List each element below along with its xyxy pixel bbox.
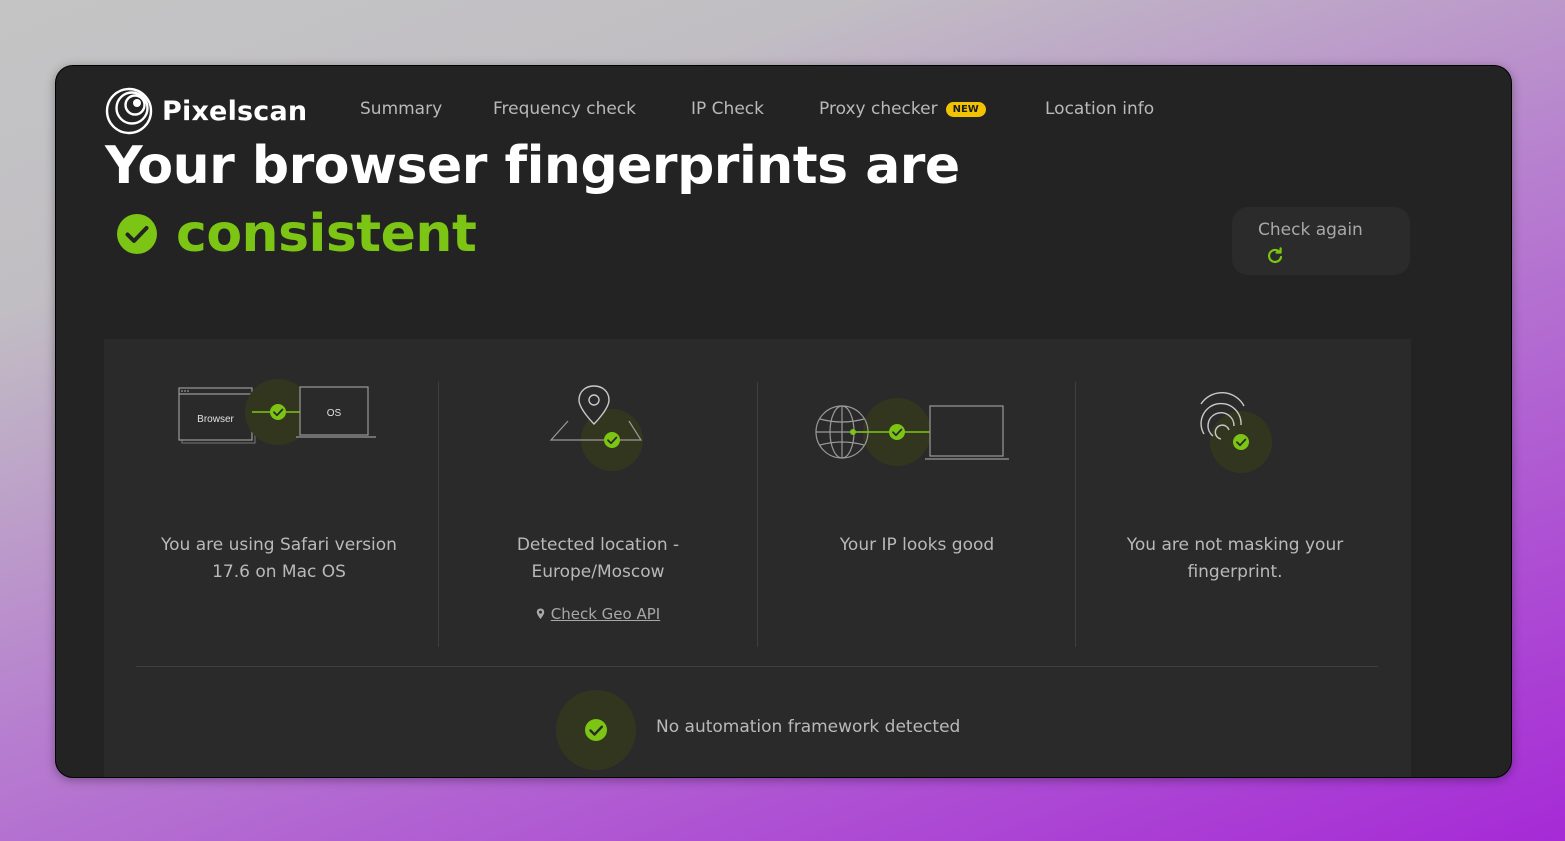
nav-proxy-checker-label: Proxy checker: [819, 99, 938, 119]
fingerprint-illustration: [1200, 392, 1272, 473]
check-again-button[interactable]: Check again: [1232, 207, 1410, 275]
nav-summary[interactable]: Summary: [360, 99, 442, 119]
check-geo-api-label: Check Geo API: [550, 605, 661, 623]
check-geo-api-link[interactable]: Check Geo API: [439, 605, 757, 623]
browser-os-check: Browser OS You are using Safari version …: [120, 339, 438, 649]
nav-frequency-check-label: Frequency check: [493, 99, 636, 119]
fingerprint-check: You are not masking your fingerprint.: [1076, 339, 1394, 649]
location-pin-icon: [536, 608, 544, 619]
browser-os-illustration: Browser OS: [178, 379, 376, 445]
nav-ip-check[interactable]: IP Check: [691, 99, 764, 119]
nav-proxy-checker[interactable]: Proxy checker NEW: [819, 99, 986, 119]
status-row: consistent: [116, 204, 477, 264]
results-panel: Browser OS You are using Safari version …: [104, 339, 1411, 777]
location-text: Detected location - Europe/Moscow: [516, 535, 680, 582]
app-window: Pixelscan Summary Frequency check IP Che…: [55, 65, 1512, 778]
ip-check: Your IP looks good: [758, 339, 1076, 649]
check-circle-icon: [117, 214, 157, 254]
nav-location-info-label: Location info: [1045, 99, 1155, 119]
logo[interactable]: Pixelscan: [105, 87, 307, 135]
fingerprint-text: You are not masking your fingerprint.: [1126, 535, 1344, 582]
pixelscan-logo-icon: [105, 87, 153, 135]
check-again-label: Check again: [1258, 220, 1363, 240]
refresh-icon: [1268, 247, 1283, 264]
automation-text: No automation framework detected: [656, 717, 961, 737]
section-divider: [136, 666, 1378, 667]
page-title: Your browser fingerprints are: [105, 136, 960, 196]
logo-text: Pixelscan: [162, 95, 308, 127]
location-check: Detected location - Europe/Moscow Check …: [439, 339, 757, 649]
nav-summary-label: Summary: [360, 99, 443, 119]
nav-ip-check-label: IP Check: [691, 99, 764, 119]
ip-text: Your IP looks good: [839, 535, 995, 555]
nav-location-info[interactable]: Location info: [1045, 99, 1154, 119]
browser-os-text: You are using Safari version 17.6 on Mac…: [161, 535, 397, 582]
ip-illustration: [815, 398, 1009, 466]
automation-check-icon: [556, 690, 636, 770]
new-badge: NEW: [945, 102, 986, 117]
nav-frequency-check[interactable]: Frequency check: [493, 99, 636, 119]
status-word: consistent: [176, 204, 477, 264]
os-label: OS: [327, 408, 342, 419]
browser-label: Browser: [197, 414, 234, 425]
location-illustration: [549, 385, 643, 471]
